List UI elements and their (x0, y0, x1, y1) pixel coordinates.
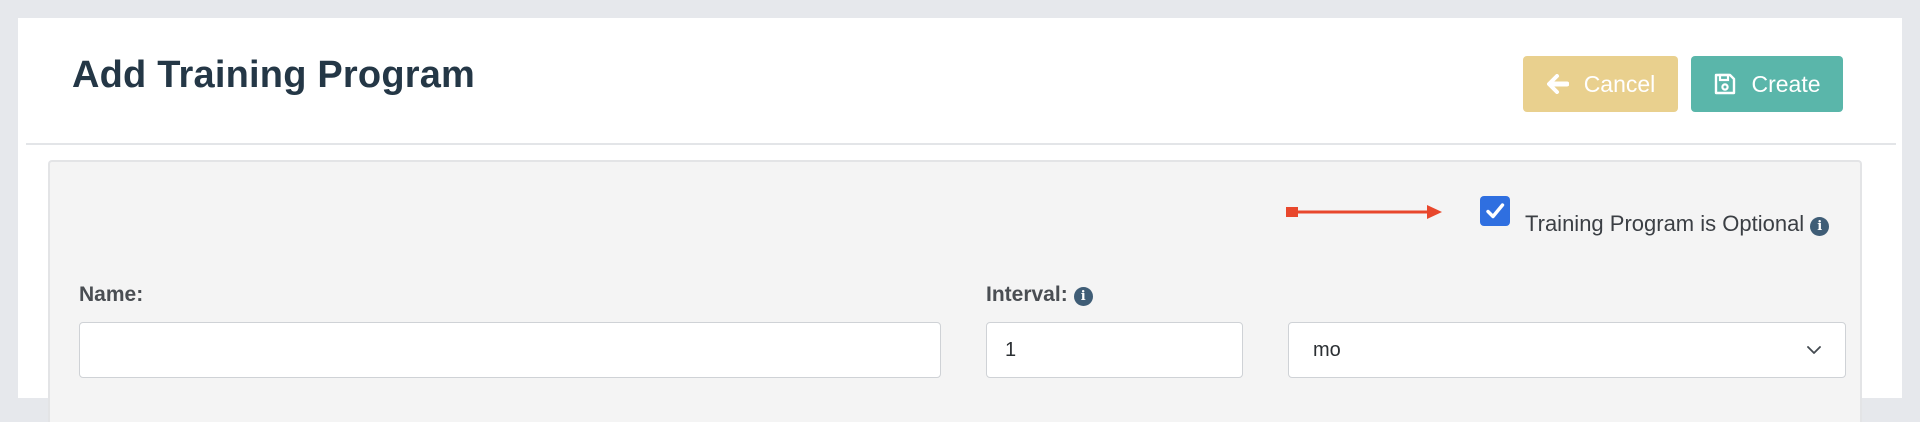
floppy-disk-icon (1713, 72, 1737, 96)
page-title: Add Training Program (72, 54, 476, 96)
optional-checkbox-text: Training Program is Optional (1525, 211, 1805, 236)
annotation-arrow-icon (1286, 205, 1442, 219)
cancel-button[interactable]: Cancel (1523, 56, 1678, 112)
header-divider (26, 143, 1896, 145)
cancel-button-label: Cancel (1583, 70, 1656, 97)
interval-input[interactable] (986, 322, 1243, 378)
page-card: Add Training Program Cancel Create Train… (18, 18, 1902, 422)
chevron-down-icon (1807, 345, 1821, 354)
interval-unit-value: mo (1313, 338, 1341, 361)
checkmark-icon (1486, 203, 1505, 219)
interval-label-text: Interval: (986, 283, 1068, 306)
optional-checkbox[interactable] (1480, 196, 1510, 226)
name-label: Name: (79, 283, 144, 306)
name-input[interactable] (79, 322, 941, 378)
create-button-label: Create (1751, 70, 1821, 97)
info-circle-icon[interactable]: i (1073, 287, 1093, 306)
interval-label: Interval: i (986, 283, 1093, 307)
info-circle-icon[interactable]: i (1810, 217, 1830, 236)
interval-unit-select[interactable]: mo (1288, 322, 1846, 378)
arrow-left-icon (1546, 72, 1570, 96)
optional-checkbox-label[interactable]: Training Program is Optional i (1525, 211, 1830, 237)
create-button[interactable]: Create (1691, 56, 1843, 112)
form-panel: Training Program is Optional i Name: Inte… (48, 160, 1862, 422)
